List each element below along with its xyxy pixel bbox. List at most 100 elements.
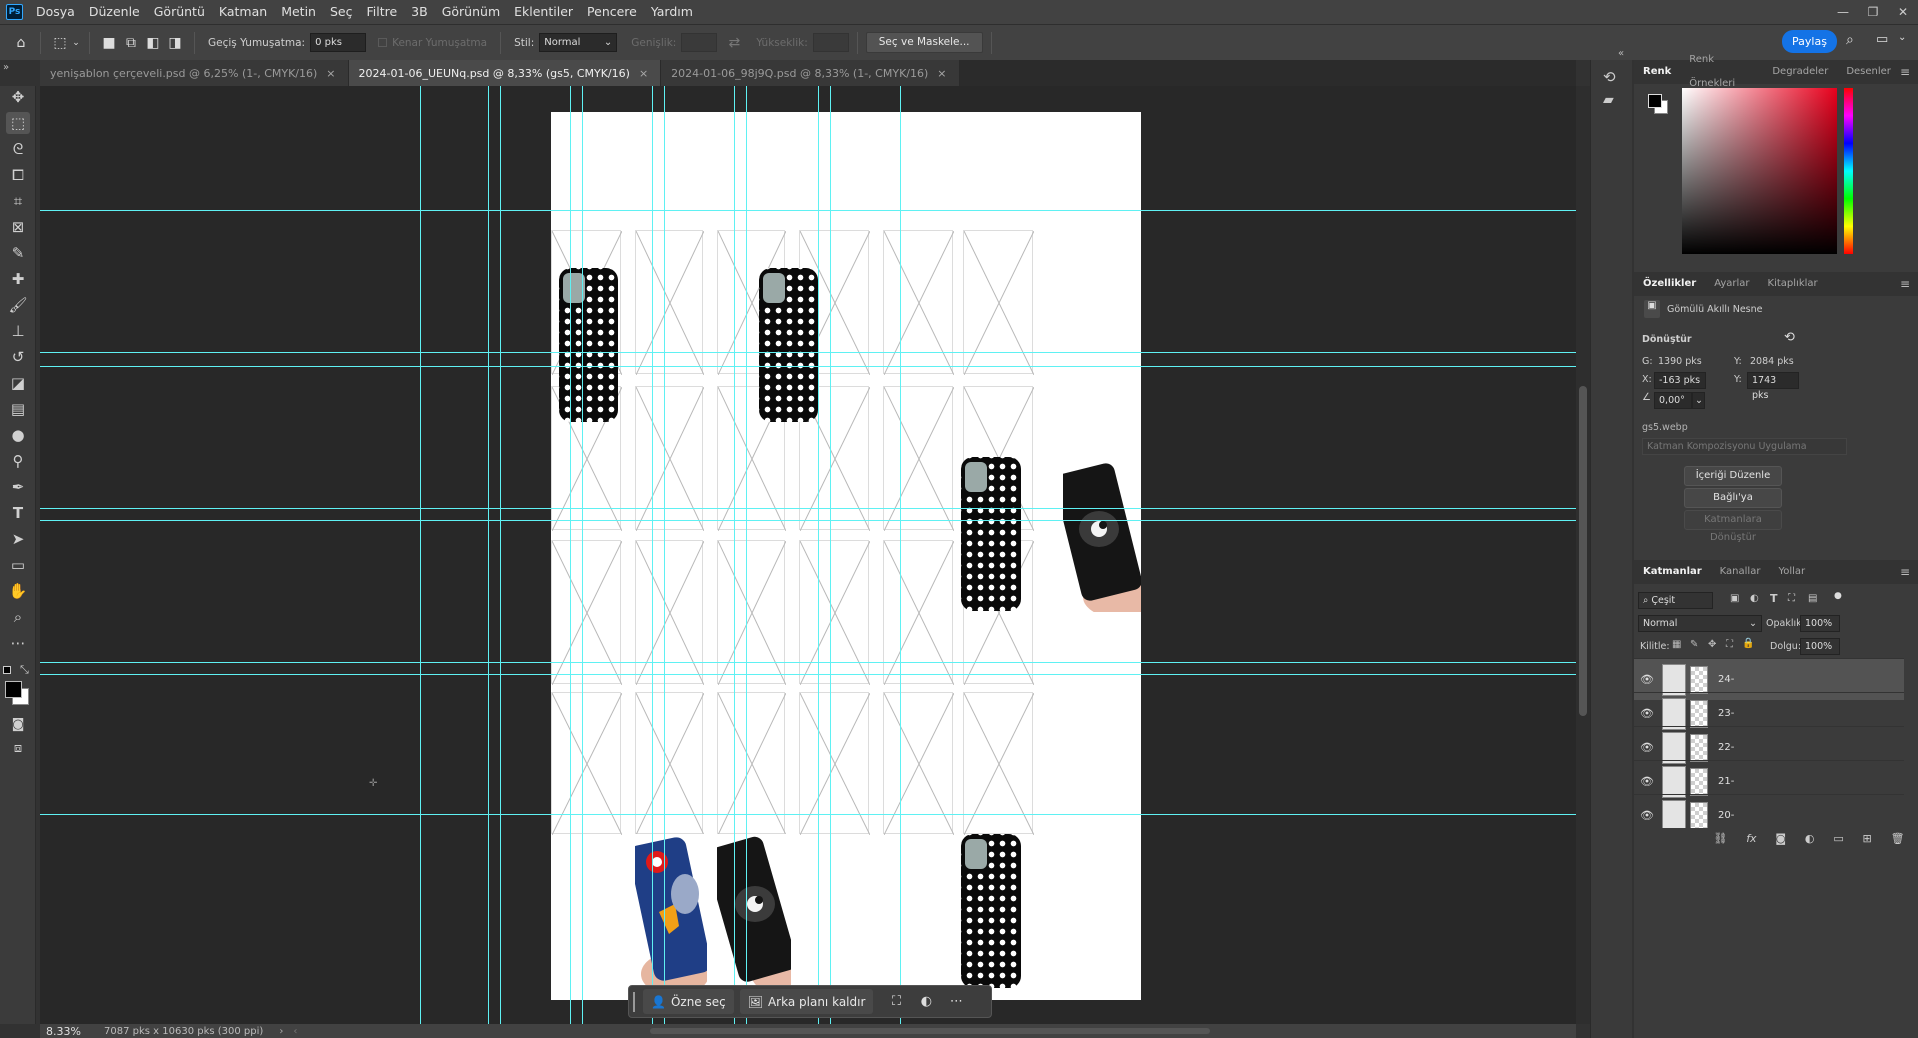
lock-all-icon[interactable]: 🔒	[1742, 638, 1754, 649]
menu-item-1[interactable]: Düzenle	[82, 0, 147, 24]
opacity-input[interactable]: 100%	[1800, 615, 1840, 632]
menu-item-3[interactable]: Katman	[212, 0, 274, 24]
close-icon[interactable]: ×	[326, 67, 335, 80]
search-icon[interactable]: ⌕	[1846, 32, 1854, 48]
history-brush-icon[interactable]: ↺	[6, 346, 30, 368]
more-tools-icon[interactable]: ⋯	[6, 632, 30, 654]
x-input[interactable]: -163 pks	[1654, 372, 1706, 389]
quick-mask-icon[interactable]: ◙	[6, 714, 30, 736]
history-icon[interactable]: ⟲	[1603, 68, 1616, 86]
link-icon[interactable]: ⛓	[1713, 832, 1727, 848]
phone-case-polka-dot[interactable]	[961, 834, 1021, 988]
phone-case-polka-dot[interactable]	[961, 457, 1021, 611]
chevron-right-icon[interactable]: ›	[279, 1026, 283, 1037]
document-tab[interactable]: yenişablon çerçeveli.psd @ 6,25% (1-, CM…	[40, 60, 349, 86]
zoom-icon[interactable]: ⌕	[6, 606, 30, 628]
swap-icon[interactable]: ⇄	[723, 32, 745, 54]
chevron-down-icon[interactable]: ⌄	[71, 32, 81, 54]
close-icon[interactable]: ×	[937, 67, 946, 80]
shape-filter-icon[interactable]: ⛶	[1788, 593, 1795, 604]
stamp-icon[interactable]: ⊥	[6, 320, 30, 342]
feather-input[interactable]: 0 pks	[310, 33, 367, 52]
tab-properties[interactable]: Özellikler	[1634, 272, 1705, 296]
blur-icon[interactable]: ●	[6, 424, 30, 446]
convert-to-linked-button[interactable]: Bağlı'ya Dönüştür...	[1684, 488, 1782, 521]
vertical-scrollbar[interactable]	[1576, 86, 1590, 1024]
tab-layers[interactable]: Katmanlar	[1634, 560, 1711, 584]
document-tab-active[interactable]: 2024-01-06_UEUNq.psd @ 8,33% (gs5, CMYK/…	[348, 60, 662, 86]
lock-transparent-icon[interactable]: ▦	[1672, 639, 1681, 650]
width-value[interactable]: 1390 pks	[1658, 356, 1702, 367]
menu-item-10[interactable]: Pencere	[580, 0, 644, 24]
screen-mode-icon[interactable]: ⧈	[6, 738, 30, 760]
fx-icon[interactable]: fx	[1746, 832, 1756, 848]
tab-channels[interactable]: Kanallar	[1711, 560, 1770, 584]
reset-transform-icon[interactable]: ⟲	[1784, 330, 1795, 345]
visibility-eye-icon[interactable]: 👁	[1634, 741, 1660, 754]
chevron-down-icon[interactable]: ⌄	[1898, 32, 1906, 43]
object-select-icon[interactable]: ⧠	[6, 164, 30, 186]
type-icon[interactable]: T	[6, 502, 30, 524]
menu-item-11[interactable]: Yardım	[644, 0, 700, 24]
subtract-selection-icon[interactable]: ◧	[142, 32, 164, 54]
transform-icon[interactable]: ⛶	[881, 994, 911, 1009]
marquee-tool-preset-icon[interactable]: ⬚	[49, 32, 71, 54]
share-button[interactable]: Paylaş	[1782, 30, 1837, 53]
lock-position-icon[interactable]: ✥	[1708, 639, 1716, 650]
move-icon[interactable]: ✥	[6, 86, 30, 108]
gradient-icon[interactable]: ▤	[6, 398, 30, 420]
intersect-selection-icon[interactable]: ◨	[164, 32, 186, 54]
menu-item-7[interactable]: 3B	[404, 0, 435, 24]
swap-colors-icon[interactable]: ⤡	[20, 663, 29, 677]
blend-mode-select[interactable]: Normal ⌄	[1638, 615, 1762, 632]
phone-case-eagle-photo[interactable]	[635, 834, 707, 989]
frame-icon[interactable]: ⊠	[6, 216, 30, 238]
path-select-icon[interactable]: ➤	[6, 528, 30, 550]
phone-case-polka-dot[interactable]	[759, 268, 818, 422]
brush-icon[interactable]: 🖌	[6, 294, 30, 316]
y-input[interactable]: 1743 pks	[1747, 372, 1799, 401]
angle-input[interactable]: 0,00°	[1654, 392, 1692, 409]
marquee-icon[interactable]: ⬚	[6, 112, 30, 134]
lock-image-icon[interactable]: ✎	[1690, 639, 1698, 650]
width-input[interactable]	[681, 33, 718, 52]
minimize-button[interactable]: —	[1828, 5, 1858, 19]
zoom-level[interactable]: 8.33%	[46, 1025, 94, 1038]
scrollbar-thumb[interactable]	[1579, 386, 1587, 716]
fill-input[interactable]: 100%	[1800, 638, 1840, 655]
document-tab[interactable]: 2024-01-06_98j9Q.psd @ 8,33% (1-, CMYK/1…	[661, 60, 960, 86]
tab-patterns[interactable]: Desenler	[1837, 60, 1900, 84]
add-selection-icon[interactable]: ⧉	[120, 32, 142, 54]
new-selection-icon[interactable]: ■	[98, 32, 120, 54]
height-input[interactable]	[812, 33, 849, 52]
foreground-color-chip[interactable]	[1648, 94, 1662, 108]
visibility-eye-icon[interactable]: 👁	[1634, 673, 1660, 686]
menu-item-0[interactable]: Dosya	[29, 0, 82, 24]
menu-item-8[interactable]: Görünüm	[435, 0, 507, 24]
chevron-left-icon[interactable]: ‹	[293, 1026, 297, 1037]
filter-toggle-icon[interactable]: ●	[1834, 591, 1842, 601]
select-subject-button[interactable]: 👤 Özne seç	[643, 989, 734, 1014]
tab-paths[interactable]: Yollar	[1769, 560, 1814, 584]
visibility-eye-icon[interactable]: 👁	[1634, 775, 1660, 788]
comment-icon[interactable]: ▰	[1603, 92, 1614, 108]
layer-filter-select[interactable]: ⌕ Çeşit	[1638, 592, 1713, 609]
pen-icon[interactable]: ✒	[6, 476, 30, 498]
home-icon[interactable]: ⌂	[10, 32, 32, 54]
smart-object-filter-icon[interactable]: ▤	[1808, 593, 1817, 604]
eraser-icon[interactable]: ◪	[6, 372, 30, 394]
chevron-down-icon[interactable]: ⌄	[1692, 392, 1705, 409]
workspace-icon[interactable]: ▭	[1876, 32, 1888, 47]
select-and-mask-button[interactable]: Seç ve Maskele...	[865, 32, 983, 53]
shape-icon[interactable]: ▭	[6, 554, 30, 576]
foreground-color-swatch[interactable]	[5, 681, 22, 698]
close-button[interactable]: ✕	[1888, 5, 1918, 19]
phone-case-apple-photo[interactable]	[717, 834, 791, 989]
menu-item-9[interactable]: Eklentiler	[507, 0, 580, 24]
visibility-eye-icon[interactable]: 👁	[1634, 809, 1660, 822]
menu-item-5[interactable]: Seç	[323, 0, 360, 24]
mask-icon[interactable]: ◙	[1775, 832, 1786, 848]
pixel-filter-icon[interactable]: ▣	[1730, 593, 1739, 604]
lasso-icon[interactable]: ᘓ	[6, 138, 30, 160]
drag-handle[interactable]	[633, 991, 637, 1012]
